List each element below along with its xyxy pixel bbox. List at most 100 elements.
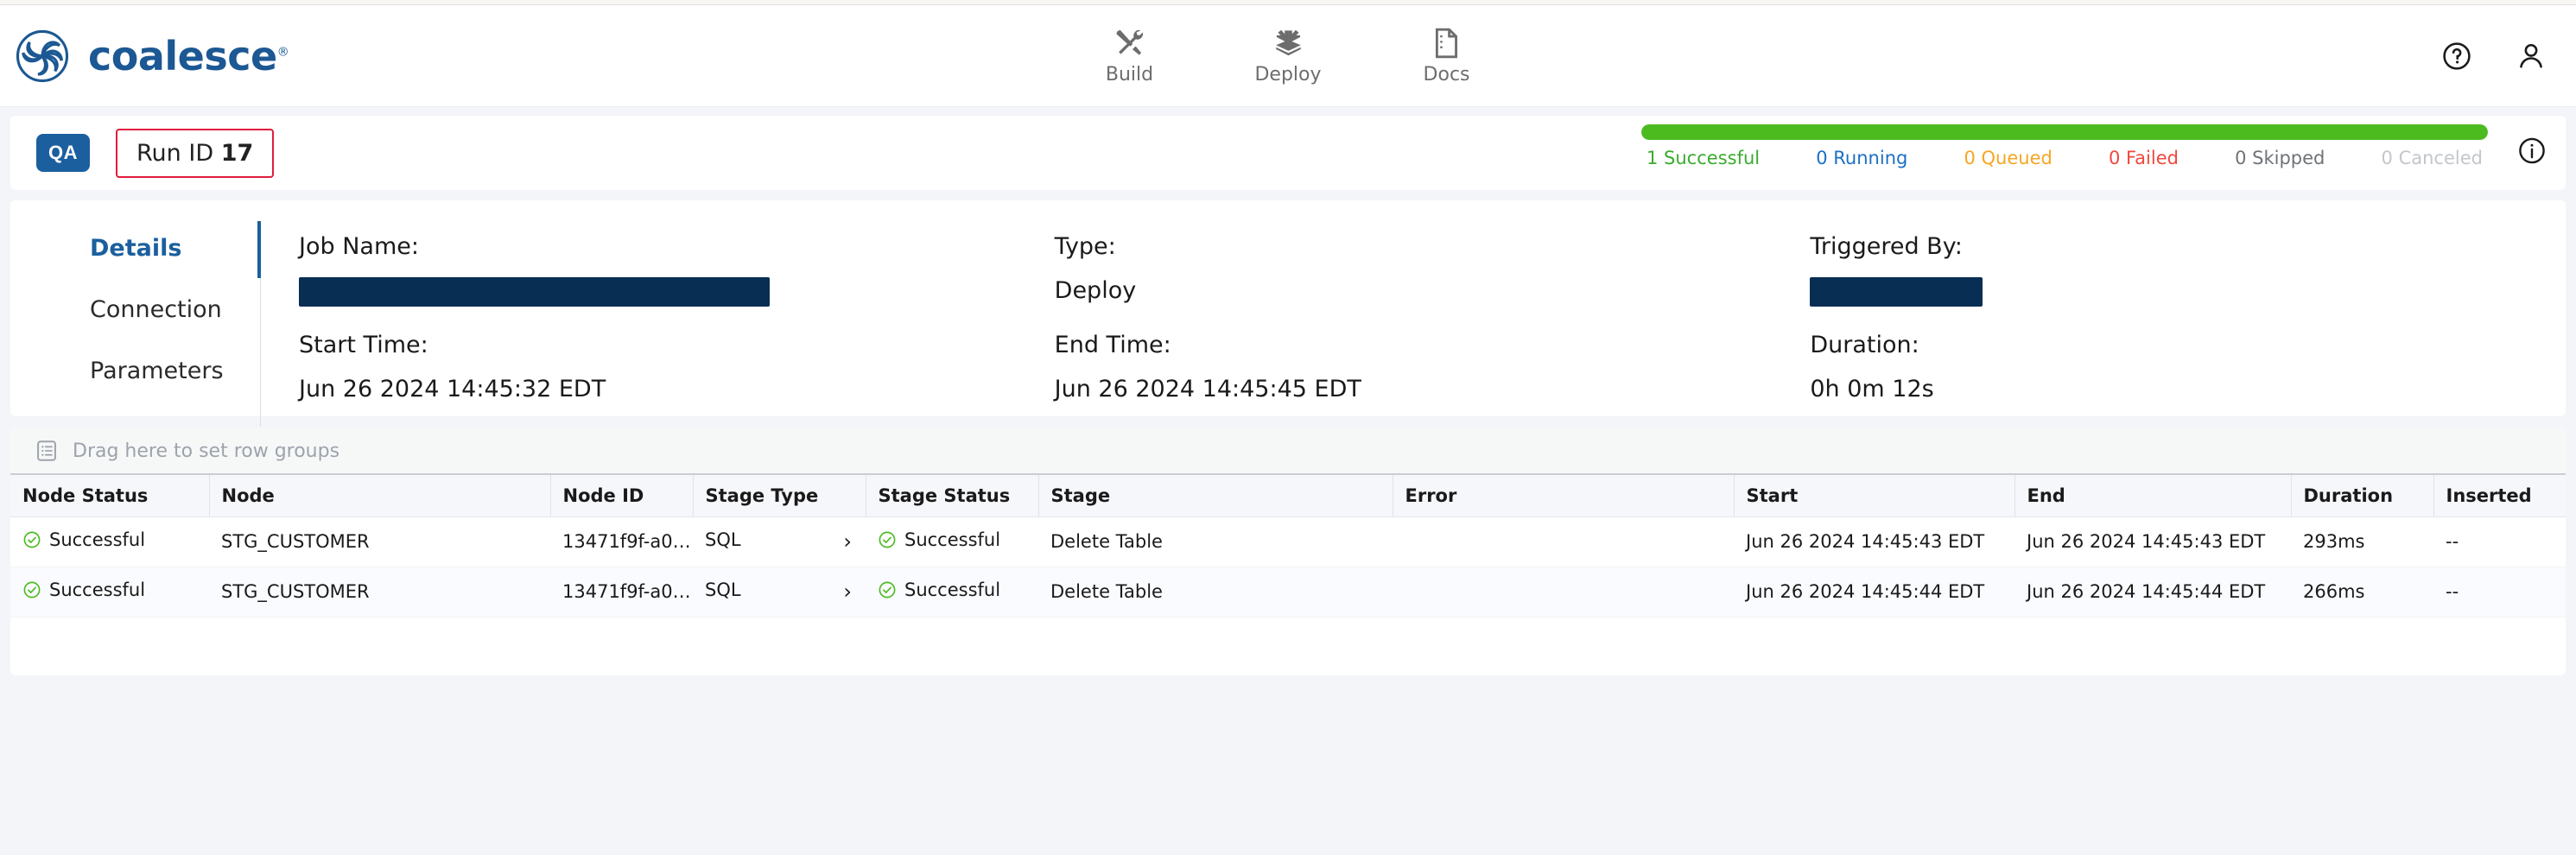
chevron-right-icon[interactable]: › — [843, 580, 852, 604]
success-check-icon — [23, 531, 41, 548]
run-summary-bar: QA Run ID 17 1 Successful 0 Running 0 Queu… — [10, 116, 2566, 190]
cell-end: Jun 26 2024 14:45:44 EDT — [2014, 567, 2291, 618]
column-header[interactable]: Stage Type — [693, 475, 866, 517]
cell-stage: Delete Table — [1038, 516, 1393, 567]
status-legend-item[interactable]: 0 Running — [1816, 148, 1907, 168]
cell-stage-type: SQL › — [693, 516, 866, 567]
nav-item-docs[interactable]: Docs — [1417, 27, 1477, 86]
stage-status-cell: Successful — [878, 529, 1000, 550]
detail-field-label: End Time: — [1054, 331, 1171, 358]
details-tab-connection[interactable]: Connection — [10, 296, 261, 323]
details-fields: Job Name: Type: Deploy Triggered By: Start T… — [261, 216, 2566, 416]
primary-nav: Build Deploy Docs — [1099, 27, 1476, 86]
progress-track — [1641, 124, 2488, 140]
status-legend-item[interactable]: 0 Canceled — [2382, 148, 2483, 168]
coalesce-logo-icon — [16, 29, 69, 82]
nav-label-docs: Docs — [1423, 63, 1470, 86]
detail-field: End Time: Jun 26 2024 14:45:45 EDT — [1055, 332, 1811, 417]
cell-error — [1393, 516, 1734, 567]
run-info-button[interactable] — [2517, 136, 2547, 170]
status-legend-item[interactable]: 0 Skipped — [2235, 148, 2325, 168]
detail-field-value: 0h 0m 12s — [1810, 375, 1934, 402]
brand[interactable]: coalesce® — [0, 29, 289, 83]
column-header[interactable]: Node ID — [550, 475, 694, 517]
column-header[interactable]: Stage Status — [866, 475, 1039, 517]
node-status-cell: Successful — [22, 529, 145, 550]
detail-field-value: Jun 26 2024 14:45:45 EDT — [1054, 375, 1361, 402]
status-legend-item[interactable]: 1 Successful — [1646, 148, 1760, 168]
document-icon — [1436, 28, 1458, 58]
redacted-value-block — [299, 277, 770, 307]
column-header[interactable]: Node — [209, 475, 551, 517]
detail-field-label: Triggered By: — [1810, 233, 1963, 260]
success-check-icon — [879, 581, 896, 598]
cell-stage-status: Successful — [866, 567, 1038, 618]
run-id-label: Run ID — [136, 139, 214, 167]
stages-table: Node Status Node Node ID Stage Type Stage St… — [10, 475, 2566, 618]
progress-fill — [1641, 124, 2488, 140]
active-tab-marker — [257, 221, 261, 278]
detail-field: Duration: 0h 0m 12s — [1810, 332, 2566, 417]
nav-label-deploy: Deploy — [1254, 63, 1322, 86]
registered-mark: ® — [276, 45, 289, 60]
cell-node: STG_CUSTOMER — [209, 516, 550, 567]
detail-field-label: Type: — [1054, 233, 1116, 260]
chevron-right-icon[interactable]: › — [843, 529, 852, 554]
cell-node: STG_CUSTOMER — [209, 567, 550, 618]
column-header[interactable]: Node Status — [10, 475, 210, 517]
nav-item-build[interactable]: Build — [1099, 27, 1159, 86]
cell-error — [1393, 567, 1734, 618]
detail-field: Triggered By: — [1810, 233, 2566, 325]
detail-field: Job Name: — [299, 233, 1055, 325]
nav-item-deploy[interactable]: Deploy — [1254, 27, 1322, 86]
cell-node-status: Successful — [10, 567, 209, 618]
node-status-text: Successful — [49, 529, 146, 550]
table-header-row: Node Status Node Node ID Stage Type Stage St… — [10, 475, 2566, 517]
status-legend-item[interactable]: 0 Failed — [2109, 148, 2179, 168]
detail-field: Type: Deploy — [1055, 233, 1811, 325]
redacted-value-block — [1810, 277, 1983, 307]
cell-inserted: -- — [2433, 516, 2566, 567]
row-group-drop-zone[interactable]: Drag here to set row groups — [10, 428, 2566, 475]
run-status-summary: 1 Successful 0 Running 0 Queued 0 Failed 0 S… — [1641, 124, 2488, 168]
details-tab-details[interactable]: Details — [10, 235, 261, 262]
cell-stage-status: Successful — [866, 516, 1038, 567]
help-circle-icon[interactable] — [2441, 41, 2472, 72]
stage-type-text: SQL — [705, 529, 741, 550]
cell-duration: 293ms — [2291, 516, 2433, 567]
cell-node-id: 13471f9f-a043-… — [550, 567, 693, 618]
column-header[interactable]: Inserted — [2433, 475, 2566, 517]
table-row[interactable]: Successful STG_CUSTOMER13471f9f-a043-…SQL… — [10, 567, 2566, 618]
status-legend-item[interactable]: 0 Queued — [1964, 148, 2052, 168]
column-header[interactable]: Stage — [1038, 475, 1393, 517]
node-status-cell: Successful — [22, 580, 145, 600]
brand-wordmark: coalesce® — [88, 33, 289, 79]
node-status-text: Successful — [49, 580, 146, 600]
details-tab-parameters[interactable]: Parameters — [10, 358, 261, 384]
cell-stage-type: SQL › — [693, 567, 866, 618]
user-account-icon[interactable] — [2516, 41, 2547, 72]
column-header[interactable]: Duration — [2291, 475, 2434, 517]
column-header[interactable]: Error — [1393, 475, 1735, 517]
detail-field-value: Deploy — [1054, 277, 1137, 304]
info-circle-icon — [2519, 137, 2545, 164]
table-row[interactable]: SuccessfulSTG_CUSTOMER13471f9f-a043-…SQL… — [10, 516, 2566, 567]
success-check-icon — [879, 531, 896, 548]
cell-start: Jun 26 2024 14:45:44 EDT — [1734, 567, 2014, 618]
nav-label-build: Build — [1105, 63, 1154, 86]
environment-badge[interactable]: QA — [36, 134, 90, 172]
detail-field-label: Duration: — [1810, 331, 1919, 358]
stage-status-text: Successful — [904, 580, 1001, 600]
column-header[interactable]: End — [2014, 475, 2292, 517]
detail-field-value — [299, 277, 1029, 313]
detail-field: Start Time: Jun 26 2024 14:45:32 EDT — [299, 332, 1055, 417]
success-check-icon — [23, 581, 41, 598]
app-header: coalesce® Build Deploy Docs — [0, 5, 2576, 107]
stage-status-cell: Successful — [878, 580, 1000, 600]
run-details-card: Details Connection Parameters Job Name: Typ… — [10, 200, 2566, 427]
details-side-tabs: Details Connection Parameters — [10, 216, 261, 427]
table-body: Successful STG_CUSTOMER13471f9f-a043-… SQL… — [10, 516, 2566, 618]
run-id-display[interactable]: Run ID 17 — [116, 128, 275, 178]
detail-field-value: Jun 26 2024 14:45:32 EDT — [299, 375, 606, 402]
column-header[interactable]: Start — [1734, 475, 2015, 517]
